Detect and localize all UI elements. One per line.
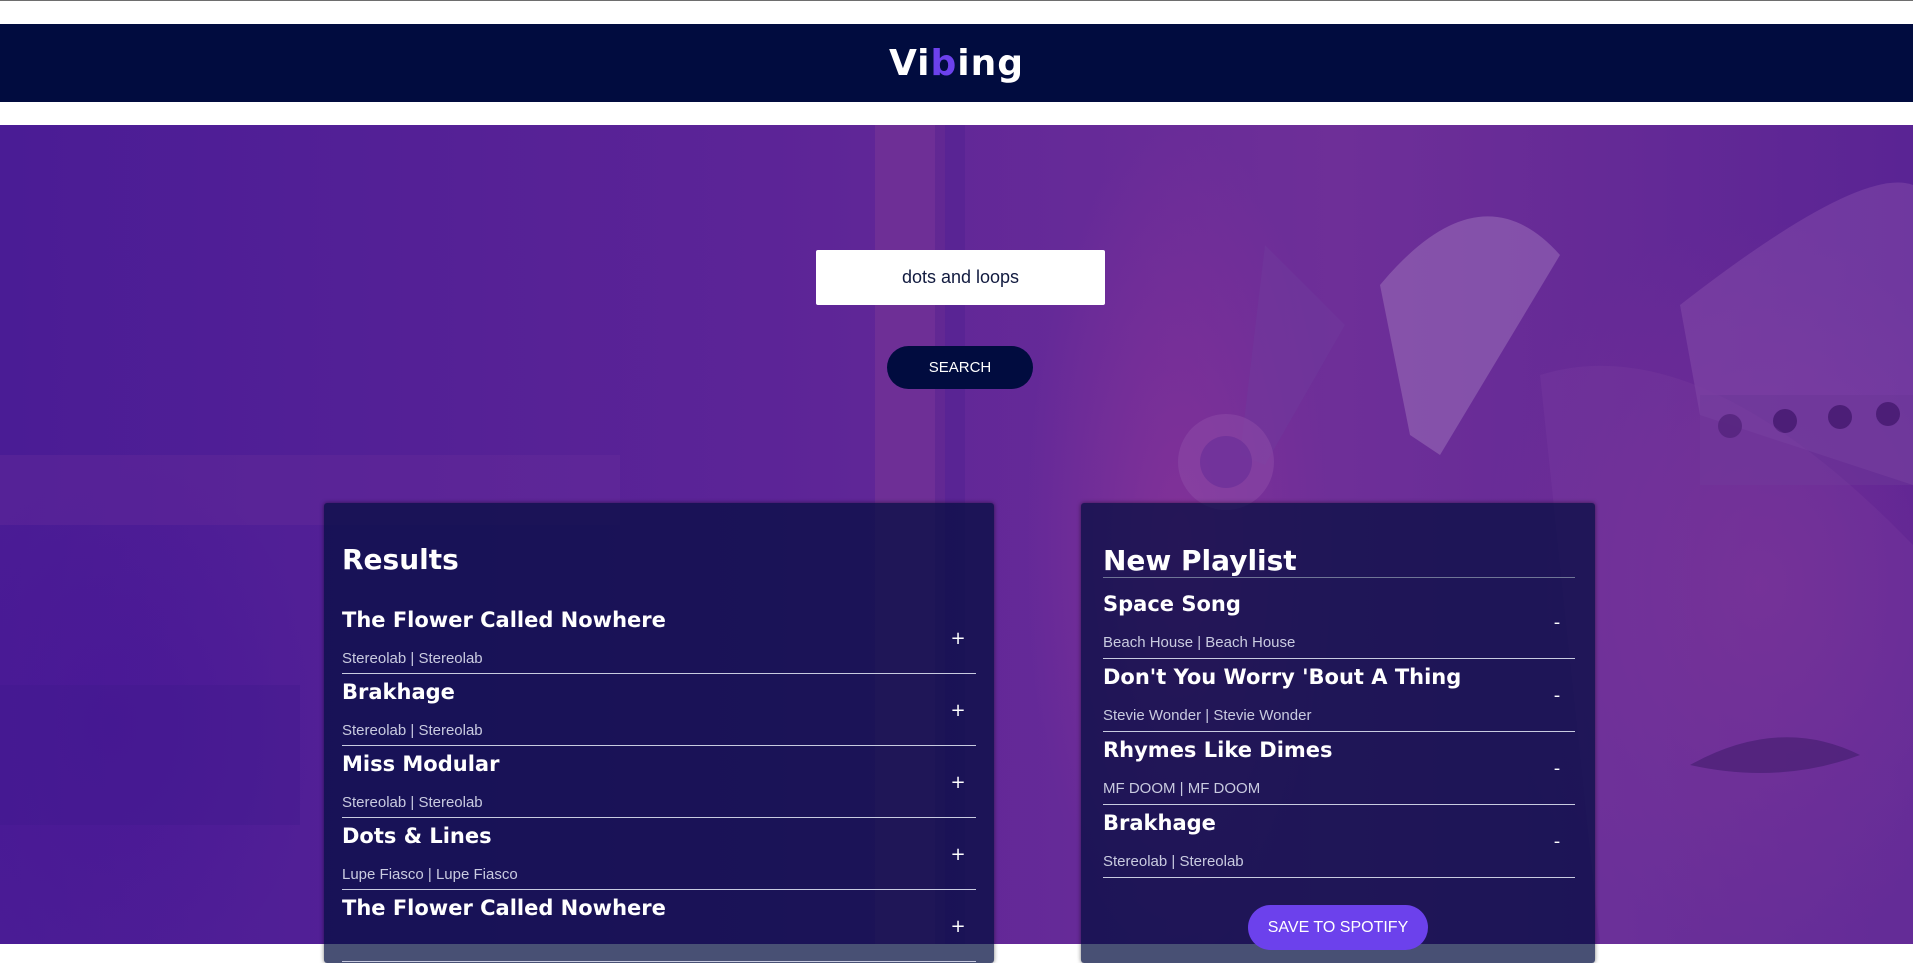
track-artist-album: Stereolab | Stereolab	[342, 650, 483, 667]
track-name: Miss Modular	[342, 752, 500, 776]
app-header: Vibing	[0, 24, 1913, 102]
track-row: The Flower Called Nowhere Stereolab | St…	[342, 602, 976, 674]
logo-text-accent: b	[930, 42, 958, 84]
track-artist-album: MF DOOM | MF DOOM	[1103, 780, 1261, 797]
track-name: Dots & Lines	[342, 824, 492, 848]
top-border	[0, 0, 1913, 1]
track-row: Don't You Worry 'Bout A Thing Stevie Won…	[1103, 659, 1575, 732]
playlist-name-input[interactable]	[1103, 543, 1575, 578]
app-logo: Vibing	[889, 43, 1024, 84]
track-artist-album: Lupe Fiasco | Lupe Fiasco	[342, 866, 518, 883]
search-button[interactable]: SEARCH	[887, 346, 1033, 389]
track-artist-album: Stereolab | Stereolab	[342, 722, 483, 739]
track-name: Don't You Worry 'Bout A Thing	[1103, 665, 1462, 689]
results-title: Results	[342, 543, 459, 576]
save-to-spotify-button[interactable]: SAVE TO SPOTIFY	[1248, 905, 1428, 950]
add-track-button[interactable]: +	[940, 908, 976, 944]
track-artist-album: Beach House | Beach House	[1103, 634, 1296, 651]
track-artist-album: Stevie Wonder | Stevie Wonder	[1103, 707, 1312, 724]
track-row: Dots & Lines Lupe Fiasco | Lupe Fiasco +	[342, 818, 976, 890]
track-name: Space Song	[1103, 592, 1241, 616]
results-track-list: The Flower Called Nowhere Stereolab | St…	[342, 602, 976, 962]
add-track-button[interactable]: +	[940, 620, 976, 656]
track-name: Brakhage	[342, 680, 455, 704]
remove-track-button[interactable]: -	[1539, 677, 1575, 713]
track-row: Space Song Beach House | Beach House -	[1103, 586, 1575, 659]
remove-track-button[interactable]: -	[1539, 823, 1575, 859]
logo-text-start: Vi	[888, 42, 931, 84]
track-name: Rhymes Like Dimes	[1103, 738, 1333, 762]
track-artist-album: Stereolab | Stereolab	[1103, 853, 1244, 870]
add-track-button[interactable]: +	[940, 836, 976, 872]
track-row: Brakhage Stereolab | Stereolab -	[1103, 805, 1575, 878]
remove-track-button[interactable]: -	[1539, 750, 1575, 786]
playlist-panel: Space Song Beach House | Beach House - D…	[1081, 503, 1595, 963]
track-row: Brakhage Stereolab | Stereolab +	[342, 674, 976, 746]
remove-track-button[interactable]: -	[1539, 604, 1575, 640]
add-track-button[interactable]: +	[940, 692, 976, 728]
track-row: The Flower Called Nowhere +	[342, 890, 976, 962]
playlist-track-list: Space Song Beach House | Beach House - D…	[1103, 586, 1577, 878]
track-name: Brakhage	[1103, 811, 1216, 835]
logo-text-end: ing	[957, 42, 1025, 84]
search-input[interactable]	[816, 250, 1105, 305]
results-panel: Results The Flower Called Nowhere Stereo…	[324, 503, 994, 963]
track-name: The Flower Called Nowhere	[342, 896, 666, 920]
track-row: Miss Modular Stereolab | Stereolab +	[342, 746, 976, 818]
track-row: Rhymes Like Dimes MF DOOM | MF DOOM -	[1103, 732, 1575, 805]
add-track-button[interactable]: +	[940, 764, 976, 800]
track-name: The Flower Called Nowhere	[342, 608, 666, 632]
track-artist-album: Stereolab | Stereolab	[342, 794, 483, 811]
